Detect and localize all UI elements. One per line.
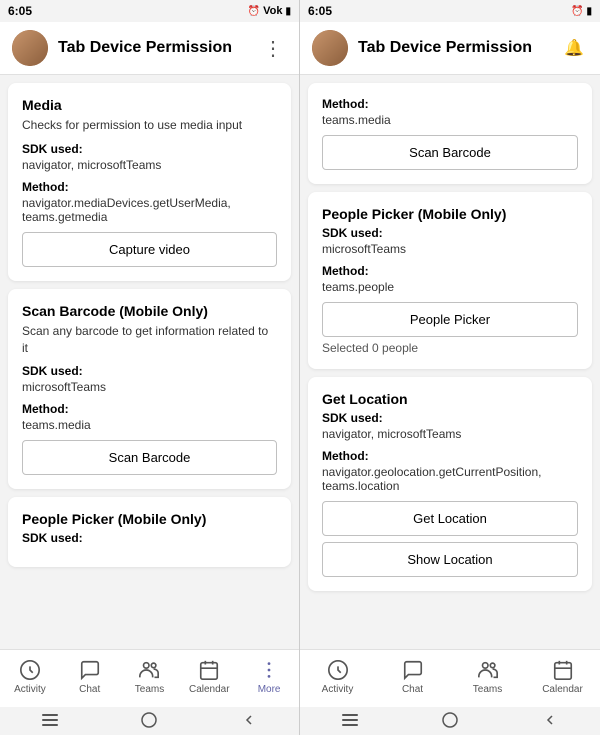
right-bottom-nav: Activity Chat	[300, 649, 600, 707]
right-home-btn[interactable]	[440, 710, 460, 730]
show-location-button[interactable]: Show Location	[322, 542, 578, 577]
left-nav-chat[interactable]: Chat	[60, 654, 120, 699]
left-nav-more-label: More	[258, 684, 281, 695]
people-picker-selected: Selected 0 people	[322, 341, 578, 355]
left-nav-teams[interactable]: Teams	[120, 654, 180, 699]
chat-icon-right	[401, 658, 425, 682]
left-nav-teams-label: Teams	[135, 684, 164, 695]
scan-barcode-desc: Scan any barcode to get information rela…	[22, 323, 277, 357]
get-location-card: Get Location SDK used: navigator, micros…	[308, 377, 592, 591]
calendar-icon-right	[551, 658, 575, 682]
battery-icon: ▮	[285, 6, 291, 17]
left-screen: 6:05 ⏰ Vok ▮ Tab Device Permission ⋮ Med…	[0, 0, 300, 735]
left-nav-calendar-label: Calendar	[189, 684, 230, 695]
right-nav-activity-label: Activity	[322, 684, 354, 695]
media-title: Media	[22, 97, 277, 113]
capture-video-button[interactable]: Capture video	[22, 232, 277, 267]
people-picker-card-right: People Picker (Mobile Only) SDK used: mi…	[308, 192, 592, 369]
media-sdk-value: navigator, microsoftTeams	[22, 158, 277, 172]
scan-method-label-right: Method:	[322, 97, 578, 111]
right-back-btn[interactable]	[540, 710, 560, 730]
left-status-icons: ⏰ Vok ▮	[248, 5, 291, 17]
left-back-btn[interactable]	[239, 710, 259, 730]
left-status-bar: 6:05 ⏰ Vok ▮	[0, 0, 299, 22]
alarm-icon: ⏰	[248, 6, 260, 17]
people-picker-button[interactable]: People Picker	[322, 302, 578, 337]
people-picker-sdk-label-right: SDK used:	[322, 226, 578, 240]
right-alarm-icon: ⏰	[571, 6, 583, 17]
wifi-icon: Vok	[263, 5, 282, 17]
teams-icon-right	[476, 658, 500, 682]
scan-barcode-card: Scan Barcode (Mobile Only) Scan any barc…	[8, 289, 291, 490]
scan-barcode-button-right[interactable]: Scan Barcode	[322, 135, 578, 170]
right-avatar	[312, 30, 348, 66]
right-nav-teams-label: Teams	[473, 684, 502, 695]
left-menu-btn[interactable]	[40, 710, 60, 730]
right-nav-teams[interactable]: Teams	[450, 654, 525, 699]
right-app-header: Tab Device Permission 🔔	[300, 22, 600, 75]
activity-icon-right	[326, 658, 350, 682]
left-nav-activity-label: Activity	[14, 684, 46, 695]
chat-icon-left	[78, 658, 102, 682]
left-time: 6:05	[8, 4, 32, 18]
get-location-method-value: navigator.geolocation.getCurrentPosition…	[322, 465, 578, 493]
get-location-title: Get Location	[322, 391, 578, 407]
activity-icon-left	[18, 658, 42, 682]
left-avatar	[12, 30, 48, 66]
right-status-icons: ⏰ ▮	[571, 6, 592, 17]
left-home-btn[interactable]	[139, 710, 159, 730]
left-menu-icon[interactable]: ⋮	[259, 34, 287, 63]
right-nav-chat-label: Chat	[402, 684, 423, 695]
left-bottom-nav: Activity Chat	[0, 649, 299, 707]
right-notification-icon[interactable]: 🔔	[560, 36, 588, 60]
scan-barcode-title: Scan Barcode (Mobile Only)	[22, 303, 277, 319]
right-nav-calendar[interactable]: Calendar	[525, 654, 600, 699]
people-picker-title-right: People Picker (Mobile Only)	[322, 206, 578, 222]
left-nav-chat-label: Chat	[79, 684, 100, 695]
right-content: Method: teams.media Scan Barcode People …	[300, 75, 600, 649]
left-nav-activity[interactable]: Activity	[0, 654, 60, 699]
right-header-title: Tab Device Permission	[358, 39, 550, 57]
scan-barcode-sdk-value: microsoftTeams	[22, 380, 277, 394]
get-location-button[interactable]: Get Location	[322, 501, 578, 536]
scan-barcode-method-value: teams.media	[22, 418, 277, 432]
right-time: 6:05	[308, 4, 332, 18]
left-app-header: Tab Device Permission ⋮	[0, 22, 299, 75]
left-content: Media Checks for permission to use media…	[0, 75, 299, 649]
media-method-label: Method:	[22, 180, 277, 194]
right-battery-icon: ▮	[586, 6, 592, 17]
right-nav-chat[interactable]: Chat	[375, 654, 450, 699]
media-card: Media Checks for permission to use media…	[8, 83, 291, 281]
right-nav-calendar-label: Calendar	[542, 684, 583, 695]
people-picker-sdk-label-left: SDK used:	[22, 531, 277, 545]
get-location-method-label: Method:	[322, 449, 578, 463]
right-screen: 6:05 ⏰ ▮ Tab Device Permission 🔔 Method:…	[300, 0, 600, 735]
left-header-title: Tab Device Permission	[58, 39, 249, 57]
people-picker-method-label-right: Method:	[322, 264, 578, 278]
scan-barcode-top-card: Method: teams.media Scan Barcode	[308, 83, 592, 184]
left-sys-bar	[0, 707, 299, 735]
get-location-sdk-value: navigator, microsoftTeams	[322, 427, 578, 441]
people-picker-method-value-right: teams.people	[322, 280, 578, 294]
scan-barcode-method-label: Method:	[22, 402, 277, 416]
calendar-icon-left	[197, 658, 221, 682]
left-nav-calendar[interactable]: Calendar	[179, 654, 239, 699]
people-picker-title-left: People Picker (Mobile Only)	[22, 511, 277, 527]
right-sys-bar	[300, 707, 600, 735]
scan-method-value-right: teams.media	[322, 113, 578, 127]
scan-barcode-button-left[interactable]: Scan Barcode	[22, 440, 277, 475]
right-menu-btn[interactable]	[340, 710, 360, 730]
get-location-sdk-label: SDK used:	[322, 411, 578, 425]
left-nav-more[interactable]: More	[239, 654, 299, 699]
media-sdk-label: SDK used:	[22, 142, 277, 156]
media-desc: Checks for permission to use media input	[22, 117, 277, 134]
right-status-bar: 6:05 ⏰ ▮	[300, 0, 600, 22]
people-picker-sdk-value-right: microsoftTeams	[322, 242, 578, 256]
scan-barcode-sdk-label: SDK used:	[22, 364, 277, 378]
right-nav-activity[interactable]: Activity	[300, 654, 375, 699]
teams-icon-left	[137, 658, 161, 682]
media-method-value: navigator.mediaDevices.getUserMedia, tea…	[22, 196, 277, 224]
people-picker-card-left: People Picker (Mobile Only) SDK used:	[8, 497, 291, 567]
more-icon-left	[257, 658, 281, 682]
